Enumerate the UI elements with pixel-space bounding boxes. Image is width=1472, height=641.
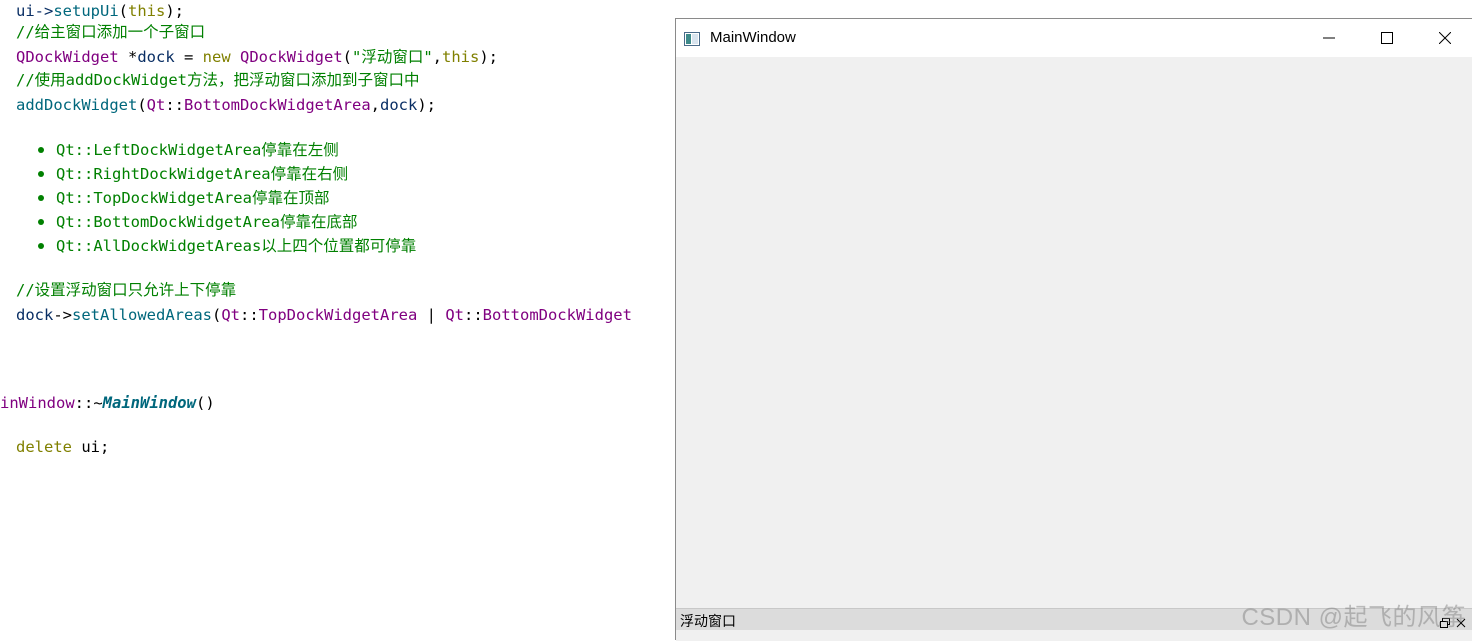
bullet-dot-icon — [38, 195, 44, 201]
code-comment-add-method: //使用addDockWidget方法，把浮动窗口添加到子窗口中 — [16, 71, 420, 89]
list-item: Qt::TopDockWidgetArea停靠在顶部 — [36, 186, 416, 210]
minimize-button[interactable] — [1300, 19, 1358, 57]
bullet-dot-icon — [38, 147, 44, 153]
maximize-icon — [1381, 32, 1393, 44]
bullet-dot-icon — [38, 171, 44, 177]
maximize-button[interactable] — [1358, 19, 1416, 57]
central-widget — [676, 57, 1472, 608]
close-icon — [1439, 32, 1451, 44]
dock-title: 浮动窗口 — [680, 613, 736, 629]
watermark: CSDN @起飞的风筝 — [1241, 604, 1466, 631]
list-item: Qt::RightDockWidgetArea停靠在右侧 — [36, 162, 416, 186]
close-button[interactable] — [1416, 19, 1472, 57]
code-line-add-dock-widget: addDockWidget(Qt::BottomDockWidgetArea,d… — [16, 96, 436, 114]
bullet-dot-icon — [38, 243, 44, 249]
code-line-new-dock: QDockWidget *dock = new QDockWidget("浮动窗… — [16, 48, 499, 66]
code-editor: ui->setupUi(this); //给主窗口添加一个子窗口 QDockWi… — [0, 0, 676, 640]
list-item: Qt::LeftDockWidgetArea停靠在左侧 — [36, 138, 416, 162]
code-line-delete-ui: delete ui; — [16, 438, 110, 456]
bullet-dot-icon — [38, 219, 44, 225]
list-item: Qt::AllDockWidgetAreas以上四个位置都可停靠 — [36, 234, 416, 258]
code-line-set-allowed-areas: dock->setAllowedAreas(Qt::TopDockWidgetA… — [16, 306, 632, 324]
code-comment-add-dock: //给主窗口添加一个子窗口 — [16, 23, 206, 41]
minimize-icon — [1323, 37, 1335, 39]
code-line-destructor: inWindow::~MainWindow() — [0, 394, 215, 412]
window-titlebar[interactable]: MainWindow — [676, 19, 1472, 57]
dock-area-list: Qt::LeftDockWidgetArea停靠在左侧 Qt::RightDoc… — [36, 138, 416, 258]
list-item: Qt::BottomDockWidgetArea停靠在底部 — [36, 210, 416, 234]
code-comment-allowed: //设置浮动窗口只允许上下停靠 — [16, 281, 237, 299]
code-line-setupui: ui->setupUi(this); — [16, 2, 184, 20]
window-title: MainWindow — [710, 29, 796, 46]
main-window: MainWindow 浮动窗口 — [675, 18, 1472, 641]
qt-window-icon — [684, 31, 700, 46]
